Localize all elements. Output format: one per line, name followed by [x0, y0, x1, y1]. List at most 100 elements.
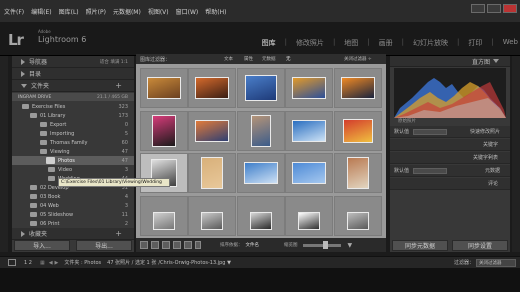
thumbnail-cell[interactable]: [140, 68, 188, 108]
menu-metadata[interactable]: 元数据(M): [113, 7, 141, 16]
left-edge-bar[interactable]: [0, 56, 8, 252]
thumbnail-cell[interactable]: [236, 68, 285, 108]
filter-none[interactable]: 无: [286, 56, 291, 62]
grid-icon[interactable]: ▦: [40, 260, 45, 266]
thumbnail-size-slider[interactable]: [302, 240, 341, 249]
metadata-header[interactable]: 默认值 元数据: [390, 165, 510, 177]
module-print[interactable]: 打印: [468, 38, 482, 48]
tree-row[interactable]: Viewing 47: [12, 147, 134, 156]
module-slideshow[interactable]: 幻灯片放映: [413, 38, 448, 48]
right-edge-bar[interactable]: [512, 56, 520, 252]
slider-handle[interactable]: [322, 240, 328, 249]
module-develop[interactable]: 修改照片: [296, 38, 324, 48]
filter-text[interactable]: 文本: [224, 56, 233, 62]
back-icon[interactable]: ◀: [49, 260, 53, 266]
screen-numbers[interactable]: 1 2: [24, 260, 32, 266]
thumbnail-cell[interactable]: [285, 195, 334, 236]
thumbnail-cell[interactable]: [236, 195, 285, 236]
add-collection-icon[interactable]: +: [115, 229, 122, 238]
thumbnail-cell[interactable]: [285, 68, 334, 108]
selected-filename[interactable]: /Chris-Orwig-Photos-13.jpg ▼: [158, 260, 231, 266]
source-path[interactable]: 文件夹 : Photos: [64, 259, 101, 266]
navigator-zoom-options[interactable]: 适合 填满 1:1: [100, 59, 128, 65]
tree-row[interactable]: Exercise Files 323: [12, 102, 134, 111]
menu-window[interactable]: 窗口(W): [176, 7, 199, 16]
survey-view-icon[interactable]: [173, 241, 181, 249]
folders-header[interactable]: 文件夹 +: [12, 80, 134, 92]
thumbnail-cell[interactable]: [333, 153, 382, 193]
thumbnail-cell[interactable]: [285, 110, 334, 151]
thumbnail-cell[interactable]: [140, 153, 188, 193]
thumbnail-cell[interactable]: [140, 110, 188, 151]
partial-portrait-icon: [201, 212, 224, 231]
saved-preset-select[interactable]: [413, 128, 448, 135]
collections-header[interactable]: 收藏夹 +: [12, 228, 134, 240]
compare-view-icon[interactable]: [162, 241, 170, 249]
tree-row[interactable]: 05 Slideshow 11: [12, 210, 134, 219]
thumbnail-cell[interactable]: [333, 195, 382, 236]
minimize-icon[interactable]: [471, 4, 485, 13]
close-icon[interactable]: [503, 4, 517, 13]
filter-metadata[interactable]: 元数据: [262, 56, 276, 62]
thumbnail-cell[interactable]: [236, 153, 285, 193]
thumbnail-cell[interactable]: [188, 68, 237, 108]
module-library[interactable]: 图库: [262, 38, 276, 48]
tree-row-selected[interactable]: Photos 47: [12, 156, 134, 165]
menu-library[interactable]: 图库(L): [59, 7, 79, 16]
quick-develop-row[interactable]: 默认值 快速修改照片: [390, 126, 510, 138]
comments-header[interactable]: 评论: [390, 178, 510, 190]
export-button[interactable]: 导出...: [76, 240, 132, 251]
menu-edit[interactable]: 编辑(E): [31, 7, 51, 16]
tree-row[interactable]: Export 0: [12, 120, 134, 129]
toolbar-menu-icon[interactable]: ▼: [348, 242, 353, 249]
tree-row[interactable]: 03 Book 4: [12, 192, 134, 201]
tree-row[interactable]: 04 Web 3: [12, 201, 134, 210]
thumbnail-cell[interactable]: [188, 195, 237, 236]
sort-select[interactable]: 文件名: [246, 242, 260, 248]
menu-help[interactable]: 帮助(H): [205, 7, 226, 16]
module-map[interactable]: 地图: [344, 38, 358, 48]
thumbnail-cell[interactable]: [236, 110, 285, 151]
loupe-view-icon[interactable]: [151, 241, 159, 249]
thumbnail-cell[interactable]: [333, 110, 382, 151]
forward-icon[interactable]: ▶: [55, 260, 59, 266]
maximize-icon[interactable]: [487, 4, 501, 13]
filmstrip-filter-select[interactable]: 关闭过滤器: [476, 258, 516, 267]
tree-row[interactable]: Thomas Family 60: [12, 138, 134, 147]
histogram-header[interactable]: 直方图: [390, 56, 510, 67]
people-view-icon[interactable]: [184, 241, 192, 249]
sky-horizon-icon: [243, 162, 278, 184]
filter-preset-select[interactable]: 关闭过滤器 ÷: [344, 56, 372, 62]
keyword-list-header[interactable]: 关键字列表 +: [390, 152, 510, 164]
add-folder-icon[interactable]: +: [115, 81, 122, 90]
menu-view[interactable]: 视图(V): [148, 7, 169, 16]
grid-view-icon[interactable]: [140, 241, 148, 249]
tree-row[interactable]: 06 Print 2: [12, 219, 134, 228]
metadata-preset-select[interactable]: [413, 167, 448, 174]
menu-file[interactable]: 文件(F): [4, 7, 24, 16]
sort-label: 排序依据：: [220, 243, 243, 248]
catalog-header[interactable]: 目录: [12, 68, 134, 80]
tree-row[interactable]: Importing 5: [12, 129, 134, 138]
module-web[interactable]: Web: [503, 38, 518, 48]
module-book[interactable]: 画册: [379, 38, 393, 48]
thumbnail-cell[interactable]: [188, 153, 237, 193]
sync-settings-button[interactable]: 同步设置: [452, 240, 508, 251]
import-button[interactable]: 导入...: [14, 240, 70, 251]
sync-metadata-button[interactable]: 同步元数据: [392, 240, 448, 251]
thumbnail-cell[interactable]: [285, 153, 334, 193]
keywording-header[interactable]: 关键字: [390, 139, 510, 151]
tree-row[interactable]: Video 3: [12, 165, 134, 174]
navigator-header[interactable]: 导航器 适合 填满 1:1: [12, 56, 134, 68]
add-keyword-icon[interactable]: +: [488, 155, 492, 161]
filter-attribute[interactable]: 属性: [244, 56, 253, 62]
painter-icon[interactable]: [195, 241, 201, 249]
filmstrip[interactable]: [0, 268, 520, 292]
menu-photo[interactable]: 照片(P): [86, 7, 106, 16]
secondary-display-icon[interactable]: [8, 259, 16, 266]
thumbnail-cell[interactable]: [188, 110, 237, 151]
tree-row[interactable]: 01 Library 173: [12, 111, 134, 120]
thumbnail-cell[interactable]: [333, 68, 382, 108]
thumbnail-cell[interactable]: [140, 195, 188, 236]
volume-row[interactable]: INGRAM DRIVE 21.1 / 465 GB: [12, 93, 134, 101]
